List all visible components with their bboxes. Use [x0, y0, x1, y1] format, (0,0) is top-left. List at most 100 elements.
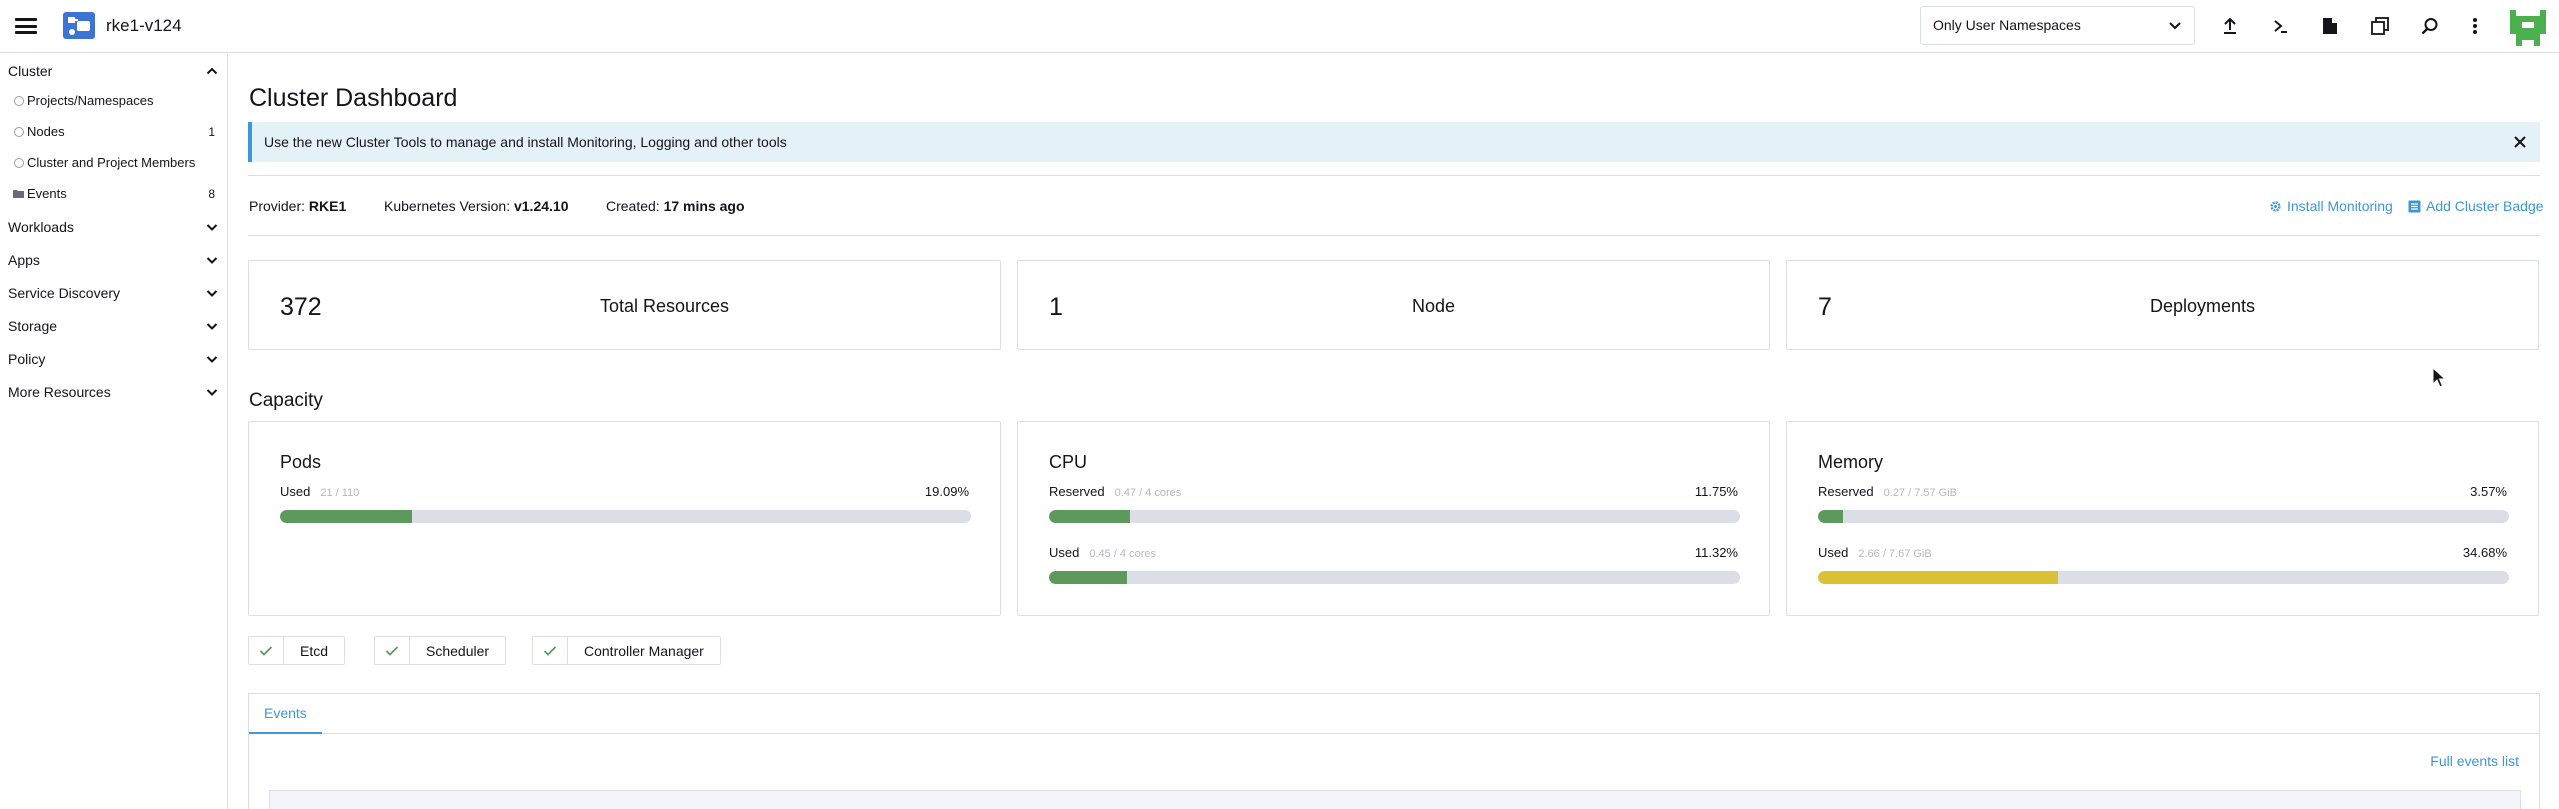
namespace-filter-select[interactable]: Only User Namespaces [1920, 6, 2195, 45]
chevron-down-icon [206, 356, 218, 363]
circle-icon [14, 158, 24, 168]
sidebar-item-nodes[interactable]: Nodes 1 [0, 118, 227, 144]
page-title: Cluster Dashboard [249, 84, 458, 112]
row-label: Reserved [1049, 484, 1105, 499]
check-icon [249, 637, 284, 664]
cluster-tools-banner: Use the new Cluster Tools to manage and … [248, 122, 2540, 162]
component-status-etcd: Etcd [248, 636, 346, 665]
sidebar-item-label: Events [27, 186, 67, 201]
copy-kubeconfig-icon[interactable] [2368, 14, 2392, 38]
pods-used-percent: 19.09% [924, 484, 969, 499]
memory-used-percent: 34.68% [2462, 545, 2507, 560]
memory-used-row: Used 2.66 / 7.67 GiB [1818, 545, 1932, 560]
sidebar-group-apps[interactable]: Apps [0, 246, 227, 274]
component-label: Etcd [300, 643, 329, 659]
cluster-name: rke1-v124 [106, 16, 182, 35]
install-monitoring-link[interactable]: Install Monitoring [2269, 198, 2393, 214]
count-card-nodes[interactable]: 1 Node [1017, 260, 1770, 350]
cpu-capacity-card: CPU Reserved 0.47 / 4 cores 11.75% Used 0.… [1017, 421, 1770, 616]
memory-reserved-percent: 3.57% [2470, 484, 2507, 499]
events-table-header [269, 790, 2521, 809]
provider-value: RKE1 [308, 198, 347, 214]
sidebar-group-label: Storage [8, 318, 58, 334]
chevron-down-icon [206, 323, 218, 330]
upload-icon[interactable] [2218, 14, 2242, 38]
gauge-title: Memory [1818, 452, 1884, 472]
pods-used-row: Used 21 / 110 [280, 484, 359, 499]
row-subtext: 21 / 110 [320, 487, 360, 499]
count-card-deployments[interactable]: 7 Deployments [1786, 260, 2539, 350]
sidebar-group-storage[interactable]: Storage [0, 312, 227, 340]
provider-info: Provider: RKE1 [249, 198, 346, 214]
bar-fill [1049, 510, 1131, 523]
cpu-reserved-bar [1049, 510, 1740, 523]
mouse-cursor-icon [2432, 367, 2446, 388]
memory-reserved-row: Reserved 0.27 / 7.57 GiB [1818, 484, 1957, 499]
row-label: Used [1818, 545, 1849, 560]
sidebar-group-workloads[interactable]: Workloads [0, 213, 227, 241]
divider [248, 175, 2540, 176]
row-label: Reserved [1818, 484, 1874, 499]
sidebar-group-cluster[interactable]: Cluster [0, 57, 227, 85]
user-avatar[interactable] [2510, 10, 2546, 46]
chevron-down-icon [206, 389, 218, 396]
kubectl-shell-icon[interactable] [2268, 14, 2292, 38]
sidebar-item-cluster-project-members[interactable]: Cluster and Project Members [0, 149, 227, 175]
search-icon[interactable] [2418, 14, 2442, 38]
kubernetes-version-info: Kubernetes Version: v1.24.10 [384, 198, 568, 214]
created-label: Created: [606, 198, 660, 214]
sidebar-group-label: Policy [8, 351, 46, 367]
row-label: Used [1049, 545, 1080, 560]
sidebar-item-label: Cluster and Project Members [27, 155, 196, 170]
sidebar-group-label: Cluster [8, 63, 53, 79]
pods-used-bar [280, 510, 971, 523]
provider-label: Provider: [249, 198, 306, 214]
sidebar-group-more-resources[interactable]: More Resources [0, 378, 227, 406]
add-cluster-badge-link[interactable]: Add Cluster Badge [2408, 198, 2544, 214]
more-icon[interactable] [2463, 14, 2487, 38]
gauge-title: CPU [1049, 452, 1088, 472]
close-icon[interactable] [2512, 134, 2528, 150]
row-subtext: 0.47 / 4 cores [1114, 487, 1182, 499]
component-label: Scheduler [426, 643, 490, 659]
add-cluster-badge-label: Add Cluster Badge [2426, 198, 2544, 214]
row-subtext: 2.66 / 7.67 GiB [1858, 548, 1932, 560]
component-status-controller-manager: Controller Manager [532, 636, 721, 665]
sidebar-group-policy[interactable]: Policy [0, 345, 227, 373]
cpu-used-percent: 11.32% [1694, 545, 1738, 560]
bar-fill [1818, 571, 2058, 584]
cpu-used-row: Used 0.45 / 4 cores [1049, 545, 1156, 560]
pods-capacity-card: Pods Used 21 / 110 19.09% [248, 421, 1001, 616]
k8s-version-label: Kubernetes Version: [384, 198, 511, 214]
created-info: Created: 17 mins ago [606, 198, 745, 214]
sidebar-item-events[interactable]: Events 8 [0, 180, 227, 206]
count-label: Total Resources [599, 296, 730, 316]
top-header: rke1-v124 Only User Namespaces [0, 0, 2559, 53]
chevron-down-icon [206, 257, 218, 264]
chevron-up-icon [206, 67, 218, 75]
tab-events[interactable]: Events [249, 694, 322, 734]
sidebar-item-projects-namespaces[interactable]: Projects/Namespaces [0, 87, 227, 113]
sidebar-group-label: More Resources [8, 384, 111, 400]
k8s-version-value: v1.24.10 [513, 198, 569, 214]
sidebar-group-label: Service Discovery [8, 285, 121, 301]
chevron-down-icon [2169, 22, 2181, 30]
banner-text: Use the new Cluster Tools to manage and … [264, 134, 787, 150]
circle-icon [14, 96, 24, 106]
circle-icon [14, 127, 24, 137]
sidebar-group-service-discovery[interactable]: Service Discovery [0, 279, 227, 307]
namespace-filter-value: Only User Namespaces [1933, 17, 2081, 33]
component-label: Controller Manager [584, 643, 704, 659]
component-status-scheduler: Scheduler [374, 636, 507, 665]
events-tab-bar: Events [249, 694, 2539, 734]
cluster-logo-icon[interactable] [63, 12, 95, 39]
menu-icon[interactable] [15, 18, 37, 34]
full-events-list-link[interactable]: Full events list [2430, 753, 2519, 769]
kubeconfig-download-icon[interactable] [2318, 14, 2342, 38]
events-panel: Events Full events list [248, 693, 2540, 809]
count-card-total-resources[interactable]: 372 Total Resources [248, 260, 1001, 350]
gauge-title: Pods [280, 452, 322, 472]
badge-icon [2408, 200, 2421, 213]
bar-fill [280, 510, 412, 523]
count-label: Deployments [2149, 296, 2256, 316]
